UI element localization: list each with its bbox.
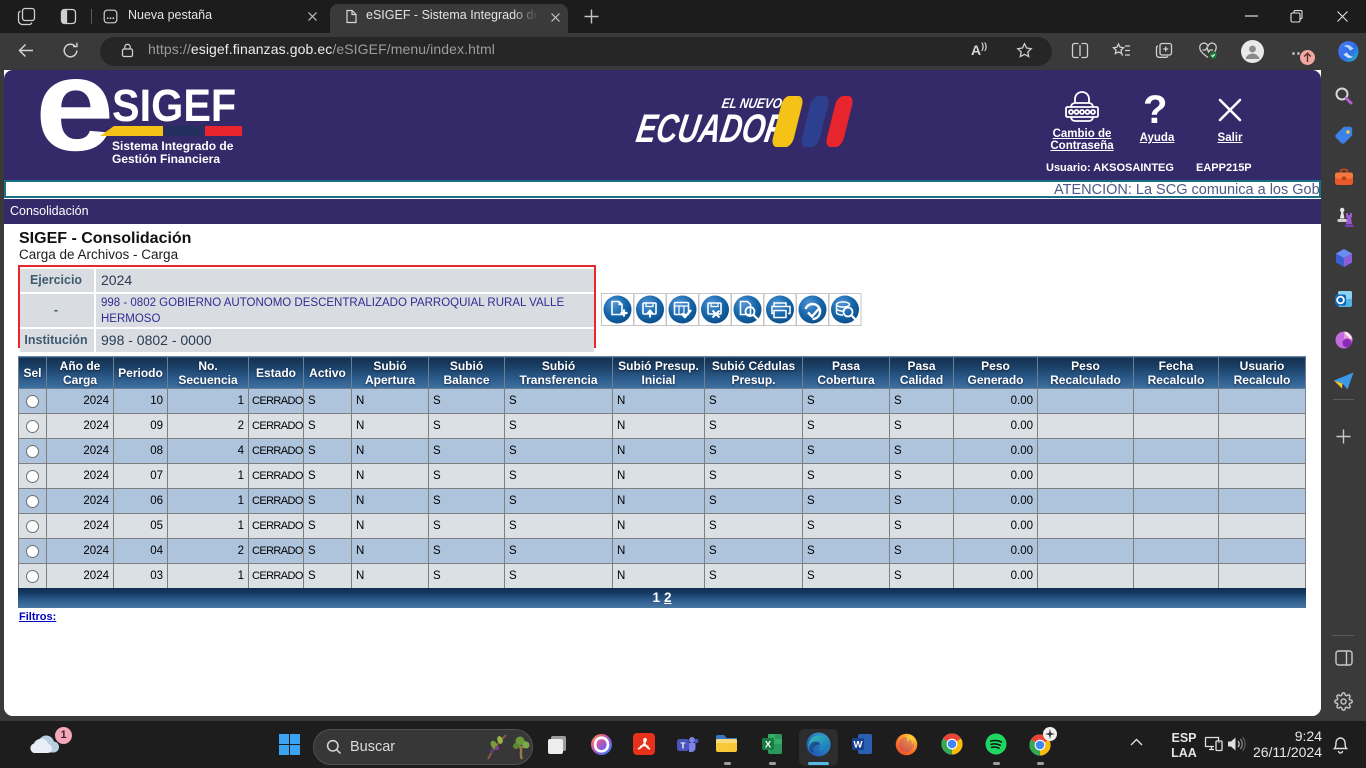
- svg-text:X: X: [765, 740, 772, 751]
- svg-text:T: T: [680, 741, 686, 751]
- svg-text:W: W: [854, 740, 863, 751]
